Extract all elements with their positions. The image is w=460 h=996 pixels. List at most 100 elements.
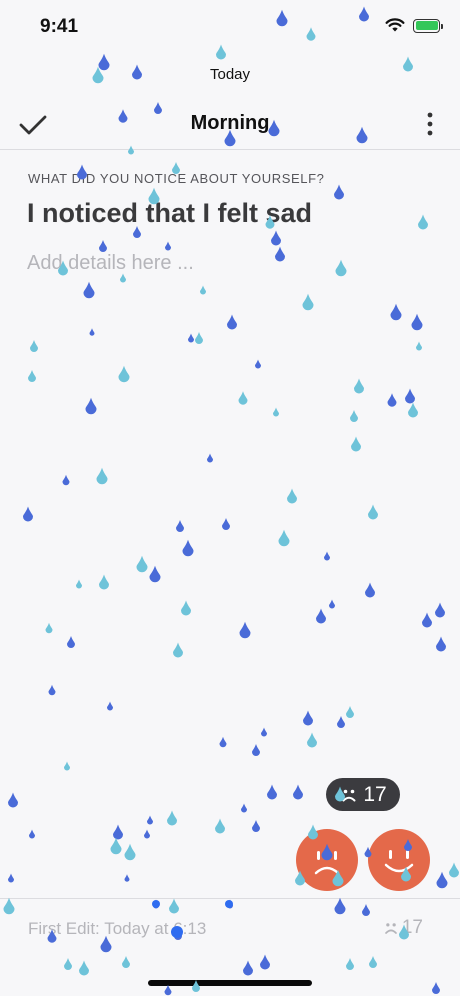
happy-mood-button[interactable]	[368, 829, 430, 891]
raindrop-icon	[293, 784, 303, 800]
raindrop-icon	[287, 488, 297, 504]
raindrop-icon	[273, 407, 279, 417]
answer-text[interactable]: I noticed that I felt sad	[27, 198, 312, 229]
raindrop-icon	[261, 727, 267, 737]
raindrop-icon	[107, 701, 113, 711]
raindrop-icon	[405, 388, 415, 404]
mood-count-badge: 17	[326, 778, 400, 811]
raindrop-icon	[368, 504, 378, 520]
raindrop-icon	[89, 328, 95, 336]
raindrop-icon	[422, 612, 432, 628]
raindrop-icon	[64, 958, 72, 970]
raindrop-icon	[23, 506, 33, 522]
raindrop-icon	[124, 843, 136, 861]
raindrop-icon	[45, 622, 53, 634]
entry-footer: First Edit: Today at 6:13 17	[0, 898, 460, 958]
raindrop-icon	[195, 332, 203, 344]
raindrop-icon	[243, 960, 253, 976]
raindrop-icon	[167, 810, 177, 826]
raindrop-icon	[238, 391, 248, 405]
status-icons	[385, 18, 443, 33]
raindrop-icon	[239, 621, 251, 639]
raindrop-icon	[136, 555, 148, 573]
raindrop-icon	[181, 600, 191, 616]
raindrop-icon	[64, 761, 70, 771]
mood-count: 17	[363, 782, 387, 806]
raindrop-icon	[351, 436, 361, 452]
raindrop-icon	[164, 984, 172, 996]
raindrop-icon	[302, 293, 314, 311]
raindrop-icon	[329, 599, 335, 609]
raindrop-icon	[408, 402, 418, 418]
sad-face-icon	[314, 851, 340, 875]
raindrop-icon	[222, 518, 230, 530]
raindrop-icon	[387, 393, 397, 407]
raindrop-icon	[432, 982, 440, 994]
raindrop-icon	[83, 281, 95, 299]
details-input[interactable]	[27, 252, 433, 275]
raindrop-icon	[346, 958, 354, 970]
page-title: Morning	[190, 112, 270, 134]
status-bar: 9:41	[0, 0, 460, 56]
raindrop-icon	[354, 378, 364, 394]
sad-mood-button[interactable]	[296, 829, 358, 891]
raindrop-icon	[62, 474, 70, 486]
raindrop-icon	[67, 636, 75, 648]
raindrop-icon	[200, 285, 206, 295]
entry-header: Morning	[0, 100, 460, 150]
battery-icon	[413, 18, 443, 33]
raindrop-icon	[436, 636, 446, 652]
raindrop-icon	[188, 333, 194, 343]
raindrop-icon	[436, 871, 448, 889]
sad-face-icon	[342, 789, 356, 801]
raindrop-icon	[76, 579, 82, 589]
raindrop-icon	[435, 602, 445, 618]
raindrop-icon	[303, 710, 313, 726]
footer-mood-count: 17	[382, 917, 423, 939]
first-edit-label: First Edit: Today at 6:13	[28, 919, 207, 938]
raindrop-icon	[99, 240, 107, 252]
raindrop-icon	[176, 520, 184, 532]
raindrop-icon	[85, 397, 97, 415]
raindrop-icon	[416, 341, 422, 351]
raindrop-icon	[144, 829, 150, 839]
raindrop-icon	[147, 815, 153, 825]
raindrop-icon	[334, 184, 344, 200]
raindrop-icon	[182, 539, 194, 557]
raindrop-icon	[365, 582, 375, 598]
raindrop-icon	[110, 837, 122, 855]
raindrop-icon	[390, 303, 402, 321]
raindrop-icon	[316, 608, 326, 624]
raindrop-icon	[118, 365, 130, 383]
raindrop-icon	[346, 706, 354, 718]
raindrop-icon	[411, 313, 423, 331]
raindrop-icon	[241, 803, 247, 813]
raindrop-icon	[271, 230, 281, 246]
raindrop-icon	[124, 874, 130, 882]
raindrop-icon	[324, 551, 330, 561]
raindrop-icon	[307, 732, 317, 748]
raindrop-icon	[79, 960, 90, 976]
raindrop-icon	[149, 565, 161, 583]
raindrop-icon	[278, 529, 290, 547]
raindrop-icon	[449, 862, 459, 878]
footer-mood-value: 17	[401, 917, 423, 938]
raindrop-icon	[165, 241, 171, 251]
battery-fill	[415, 21, 438, 30]
raindrop-icon	[8, 792, 18, 808]
happy-face-icon	[384, 850, 414, 873]
sad-face-icon	[385, 923, 397, 934]
raindrop-icon	[30, 340, 38, 352]
raindrop-icon	[267, 784, 277, 800]
raindrop-icon	[113, 824, 123, 840]
home-indicator	[148, 980, 312, 986]
question-label: WHAT DID YOU NOTICE ABOUT YOURSELF?	[28, 171, 325, 186]
date-label: Today	[209, 66, 251, 83]
raindrop-icon	[252, 744, 260, 756]
raindrop-icon	[215, 818, 225, 834]
more-options-icon[interactable]	[424, 106, 436, 142]
raindrop-icon	[418, 214, 428, 230]
raindrop-icon	[99, 574, 109, 590]
raindrop-icon	[28, 370, 36, 382]
status-time: 9:41	[40, 16, 79, 37]
